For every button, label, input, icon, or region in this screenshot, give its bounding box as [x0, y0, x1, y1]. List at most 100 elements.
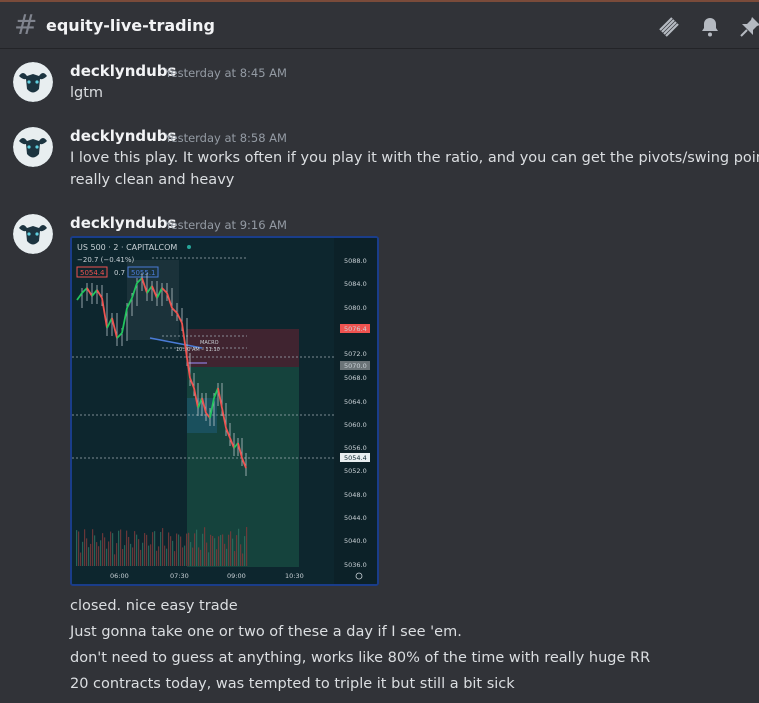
volume-bar	[112, 533, 114, 566]
time-tick-label: 07:30	[170, 572, 189, 580]
volume-bar	[154, 531, 156, 566]
avatar[interactable]	[13, 127, 53, 167]
volume-bar	[238, 528, 240, 566]
volume-bar	[188, 532, 190, 566]
username[interactable]: decklyndubs	[70, 127, 176, 145]
volume-bar	[110, 531, 112, 566]
timestamp: Yesterday at 9:16 AM	[165, 218, 287, 232]
chart-attachment[interactable]: US 500 · 2 · CAPITALCOM −20.7 (−0.41%) 5…	[70, 236, 379, 586]
volume-bar	[194, 533, 196, 566]
volume-bar	[106, 548, 108, 566]
volume-bar	[184, 545, 186, 566]
volume-bar	[142, 542, 144, 566]
volume-bar	[124, 545, 126, 566]
volume-bar	[82, 541, 84, 566]
session-label: MACRO	[200, 340, 219, 346]
volume-bar	[170, 536, 172, 566]
volume-bar	[86, 538, 88, 566]
message-text: lgtm	[70, 85, 104, 101]
price-tick-label: 5048.0	[344, 491, 367, 499]
volume-bar	[196, 529, 198, 566]
bull-logo-icon	[13, 214, 53, 254]
volume-bar	[180, 536, 182, 566]
price-tick-label: 5088.0	[344, 257, 367, 265]
volume-bar	[210, 534, 212, 566]
volume-bar	[182, 547, 184, 566]
volume-bar	[102, 533, 104, 566]
volume-bar	[100, 540, 102, 566]
volume-bar	[132, 547, 134, 566]
volume-bar	[164, 545, 166, 566]
pin-icon[interactable]	[738, 15, 759, 39]
price-tick-label: 5040.0	[344, 537, 367, 545]
volume-bar	[122, 548, 124, 566]
volume-bar	[120, 529, 122, 566]
chart-change: −20.7 (−0.41%)	[77, 256, 135, 264]
avatar[interactable]	[13, 62, 53, 102]
price-tick-label: 5080.0	[344, 304, 367, 312]
volume-bar	[234, 551, 236, 566]
price-tick-label: 5052.0	[344, 467, 367, 475]
message-text: closed. nice easy trade	[70, 598, 238, 614]
time-tick-label: 09:00	[227, 572, 246, 580]
message-text: Just gonna take one or two of these a da…	[70, 624, 462, 640]
volume-bar	[236, 535, 238, 566]
volume-bar	[78, 531, 80, 566]
volume-bar	[228, 534, 230, 566]
username[interactable]: decklyndubs	[70, 214, 176, 232]
message-text: I love this play. It works often if you …	[70, 150, 759, 166]
threads-icon[interactable]	[657, 15, 681, 39]
volume-bar	[208, 552, 210, 566]
price-tick-label: 5044.0	[344, 514, 367, 522]
volume-bar	[84, 529, 86, 566]
sell-price[interactable]: 5054.4	[80, 269, 105, 277]
spread: 0.7	[114, 269, 125, 277]
volume-bar	[204, 527, 206, 566]
avatar[interactable]	[13, 214, 53, 254]
volume-bar	[80, 552, 82, 566]
volume-bar	[156, 550, 158, 566]
volume-bar	[192, 547, 194, 566]
timestamp: Yesterday at 8:45 AM	[165, 66, 287, 80]
trading-chart: US 500 · 2 · CAPITALCOM −20.7 (−0.41%) 5…	[72, 238, 377, 584]
volume-bar	[216, 549, 218, 566]
volume-bar	[242, 553, 244, 566]
volume-bar	[108, 541, 110, 566]
price-tick-label: 5060.0	[344, 421, 367, 429]
volume-bar	[226, 548, 228, 566]
buy-price[interactable]: 5055.1	[131, 269, 156, 277]
volume-bar	[128, 536, 130, 566]
price-tick-label: 5068.0	[344, 374, 367, 382]
volume-bar	[144, 533, 146, 566]
volume-bar	[200, 549, 202, 566]
volume-bar	[134, 531, 136, 566]
volume-bar	[224, 543, 226, 566]
username[interactable]: decklyndubs	[70, 62, 176, 80]
volume-bar	[176, 533, 178, 566]
price-tick-label: 5054.4	[344, 454, 367, 462]
volume-bar	[218, 536, 220, 566]
volume-bar	[140, 549, 142, 566]
volume-bar	[162, 528, 164, 566]
message-text: really clean and heavy	[70, 172, 235, 188]
volume-bar	[114, 554, 116, 566]
channel-name: equity-live-trading	[46, 16, 215, 35]
price-tick-label: 5056.0	[344, 444, 367, 452]
timestamp: Yesterday at 8:58 AM	[165, 131, 287, 145]
volume-bar	[246, 527, 248, 566]
session-time: 10:50 AM – 11:10	[176, 347, 220, 353]
volume-bar	[186, 533, 188, 566]
volume-bar	[222, 534, 224, 566]
hash-icon: #	[14, 8, 38, 41]
volume-bar	[76, 530, 78, 566]
bell-icon[interactable]	[698, 15, 722, 39]
volume-bar	[150, 544, 152, 566]
volume-bar	[214, 538, 216, 566]
channel-header: # equity-live-trading	[0, 0, 759, 49]
volume-bar	[148, 545, 150, 566]
price-tick-label: 5072.0	[344, 350, 367, 358]
price-tick-label: 5084.0	[344, 280, 367, 288]
volume-bar	[168, 532, 170, 566]
volume-bar	[96, 542, 98, 566]
volume-bar	[94, 535, 96, 566]
